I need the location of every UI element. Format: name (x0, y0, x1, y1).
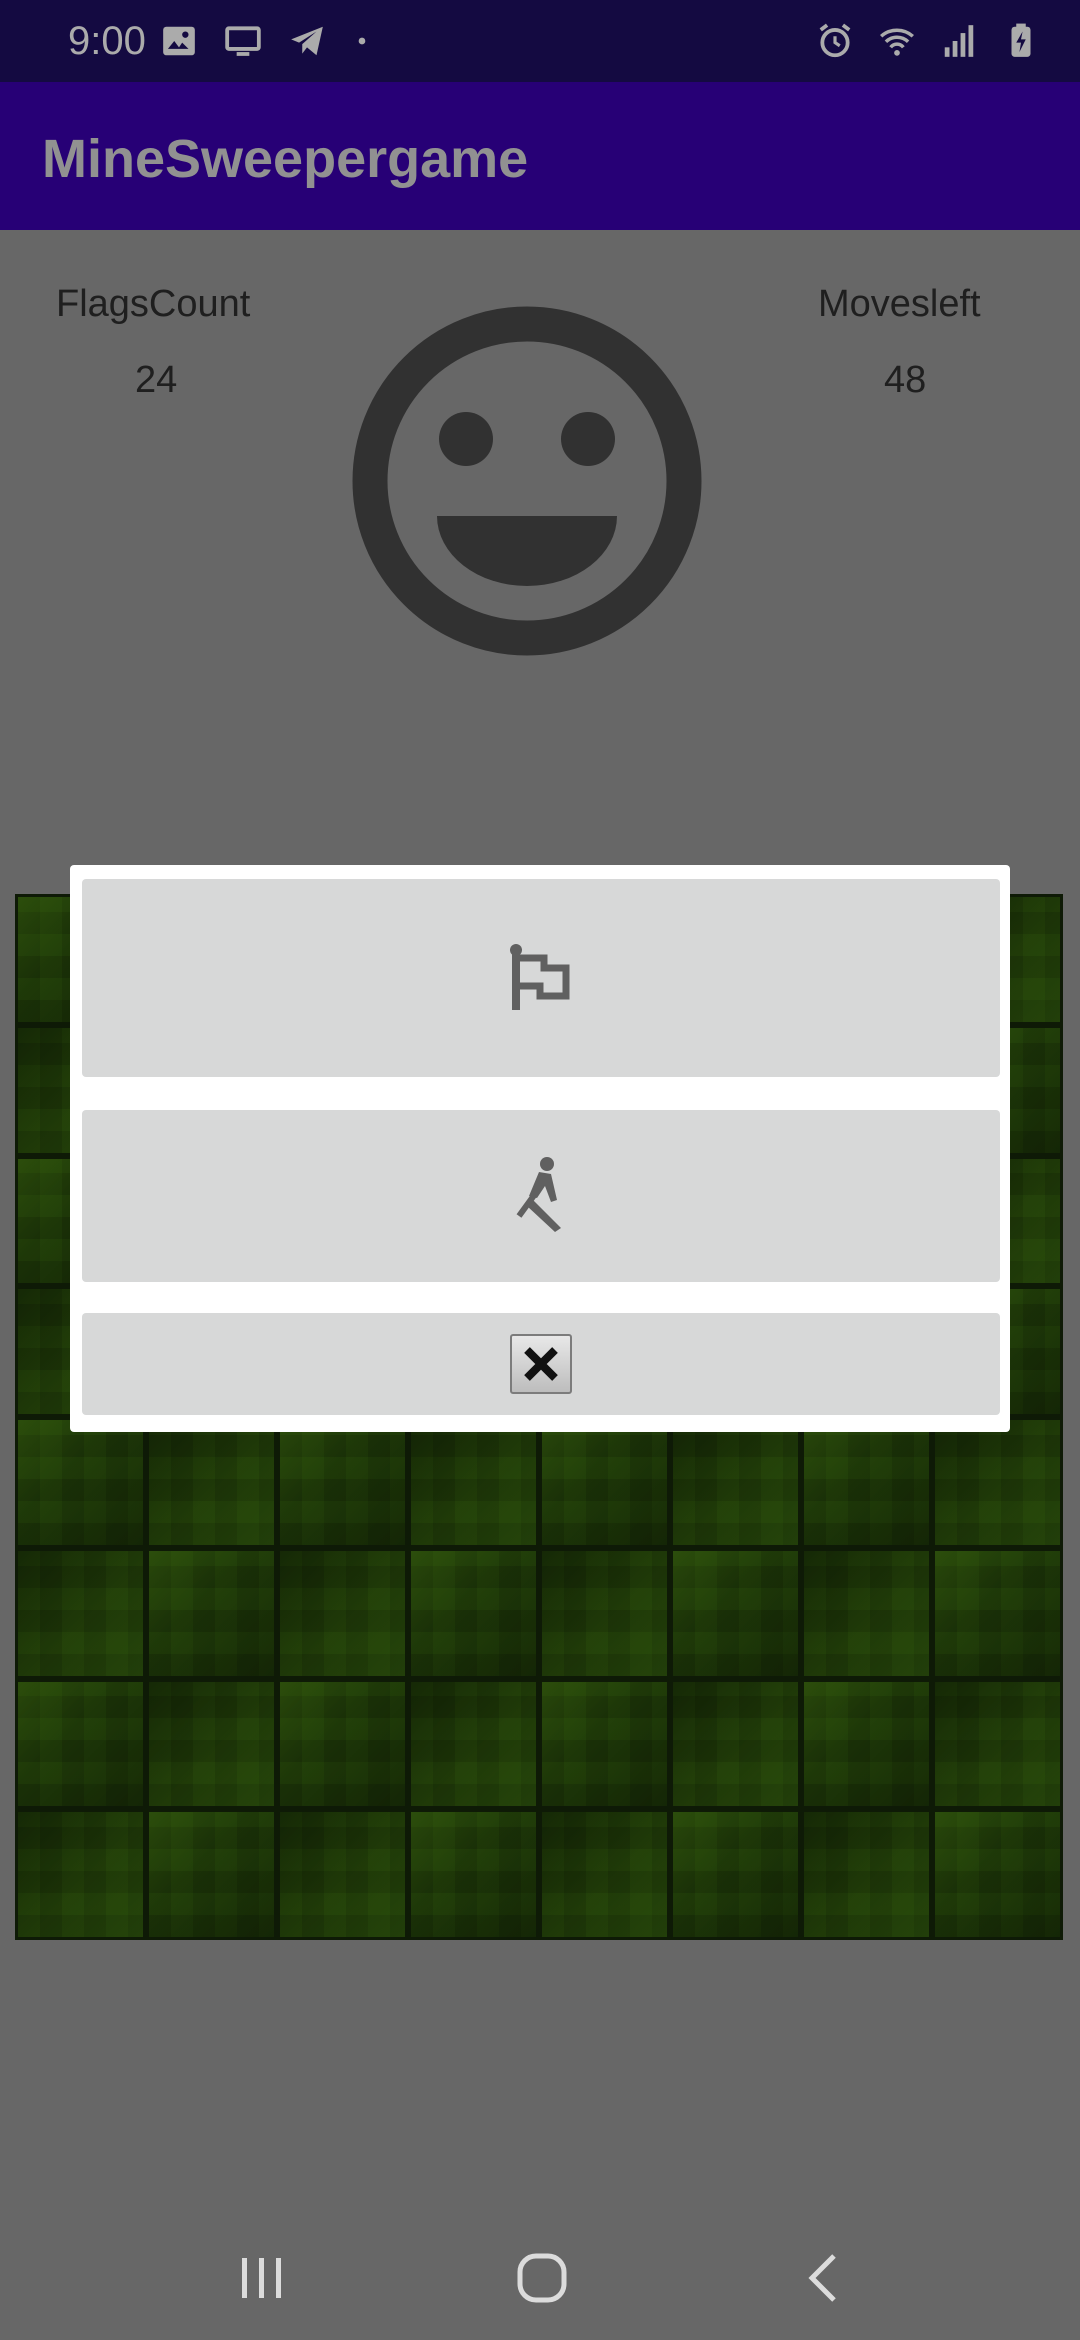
recent-apps-icon[interactable] (232, 2248, 292, 2308)
action-dialog (70, 865, 1010, 1432)
flag-button[interactable] (82, 879, 1000, 1077)
dig-icon (516, 1157, 561, 1232)
navigation-bar (0, 2220, 1080, 2340)
flag-icon (510, 944, 570, 1010)
home-icon[interactable] (512, 2248, 572, 2308)
dig-button[interactable] (82, 1110, 1000, 1282)
back-icon[interactable] (794, 2248, 854, 2308)
close-icon (510, 1334, 572, 1394)
close-dialog-button[interactable] (82, 1313, 1000, 1415)
